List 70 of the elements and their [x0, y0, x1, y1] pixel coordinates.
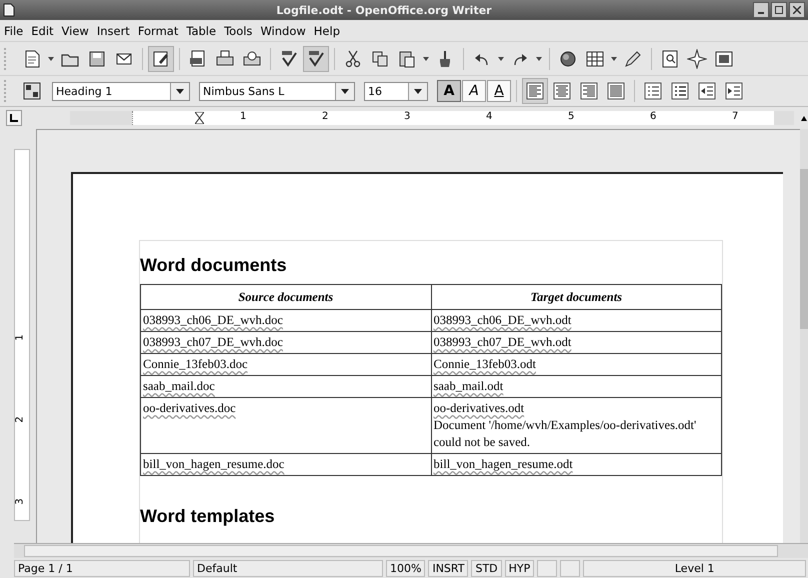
- file-name: 038993_ch07_DE_wvh.doc: [143, 334, 284, 351]
- status-field: Level 1: [583, 560, 806, 576]
- file-name: bill_von_hagen_resume.odt: [434, 456, 574, 473]
- maximize-button[interactable]: [771, 2, 787, 18]
- error-message: Document '/home/wvh/Examples/oo-derivatives.odt' could not be saved.: [434, 417, 698, 451]
- close-icon[interactable]: [793, 6, 801, 14]
- toolbar-button[interactable]: A: [462, 80, 486, 102]
- file-name: oo-derivatives.odt: [434, 400, 526, 417]
- indent-marker-icon[interactable]: [195, 112, 204, 127]
- maximize-icon[interactable]: [775, 6, 783, 14]
- caret-icon[interactable]: [414, 88, 422, 94]
- menu-item[interactable]: View: [58, 24, 93, 38]
- toolbar-button[interactable]: A: [437, 80, 461, 102]
- file-name: oo-derivatives.doc: [143, 400, 237, 417]
- file-name: saab_mail.doc: [143, 378, 216, 395]
- menu-item[interactable]: File: [0, 24, 28, 38]
- ruler-number: 3: [14, 498, 26, 505]
- font-dropdown[interactable]: Nimbus Sans L: [199, 82, 355, 100]
- horizontal-ruler[interactable]: 1 2 3 4 5 6 7: [70, 111, 794, 125]
- minimize-button[interactable]: [753, 2, 769, 18]
- status-field: Page 1 / 1: [14, 560, 190, 576]
- heading: Word documents: [140, 254, 288, 277]
- ruler-number: 2: [322, 111, 328, 122]
- caret-icon[interactable]: [176, 88, 184, 94]
- menu-item[interactable]: Tools: [220, 24, 256, 38]
- file-name: saab_mail.odt: [434, 378, 504, 395]
- menu-item[interactable]: Help: [310, 24, 344, 38]
- file-name: bill_von_hagen_resume.doc: [143, 456, 286, 473]
- horizontal-scrollbar[interactable]: [14, 543, 808, 558]
- toolbar-button[interactable]: A: [487, 80, 511, 102]
- status-field: HYP: [504, 560, 534, 576]
- ruler-number: 5: [568, 111, 574, 122]
- up-arrow-icon[interactable]: [801, 116, 807, 120]
- file-name: 038993_ch06_DE_wvh.doc: [143, 312, 284, 329]
- ruler-number: 2: [14, 416, 26, 423]
- close-button[interactable]: [789, 2, 805, 18]
- menu-item[interactable]: Format: [134, 24, 182, 38]
- empty-status-panel: [537, 560, 558, 576]
- status-field: INSRT: [428, 560, 468, 576]
- style-dropdown[interactable]: Heading 1: [52, 82, 190, 100]
- left-tab-icon[interactable]: [10, 114, 18, 122]
- status-field: Default: [193, 560, 383, 576]
- file-name: Connie_13feb03.doc: [143, 356, 248, 373]
- document-icon: [3, 3, 15, 17]
- ruler-number: 1: [240, 111, 246, 122]
- status-field: STD: [471, 560, 502, 576]
- menu-item[interactable]: Edit: [27, 24, 58, 38]
- file-name: Connie_13feb03.odt: [434, 356, 537, 373]
- window-title: Logfile.odt - OpenOffice.org Writer: [275, 4, 493, 16]
- caret-icon[interactable]: [341, 88, 349, 94]
- vertical-scrollbar[interactable]: [800, 129, 808, 543]
- styles-grid-icon[interactable]: [23, 82, 41, 100]
- menu-item[interactable]: Table: [182, 24, 220, 38]
- ruler-number: 1: [14, 334, 26, 341]
- ruler-number: 4: [486, 111, 492, 122]
- ruler-number: 6: [650, 111, 656, 122]
- tab-stop-selector[interactable]: [6, 110, 22, 126]
- empty-status-panel: [560, 560, 580, 576]
- column-header: Target documents: [431, 284, 722, 310]
- ruler-number: 7: [732, 111, 738, 122]
- vertical-ruler[interactable]: 1 2 3: [14, 149, 30, 521]
- font-size-dropdown[interactable]: 16: [364, 82, 428, 100]
- file-name: 038993_ch06_DE_wvh.odt: [434, 312, 572, 329]
- ruler-number: 3: [404, 111, 410, 122]
- status-field: 100%: [386, 560, 426, 576]
- column-header: Source documents: [140, 284, 431, 310]
- menu-item[interactable]: Window: [256, 24, 310, 38]
- file-name: 038993_ch07_DE_wvh.odt: [434, 334, 572, 351]
- heading: Word templates: [140, 505, 276, 528]
- menu-item[interactable]: Insert: [92, 24, 134, 38]
